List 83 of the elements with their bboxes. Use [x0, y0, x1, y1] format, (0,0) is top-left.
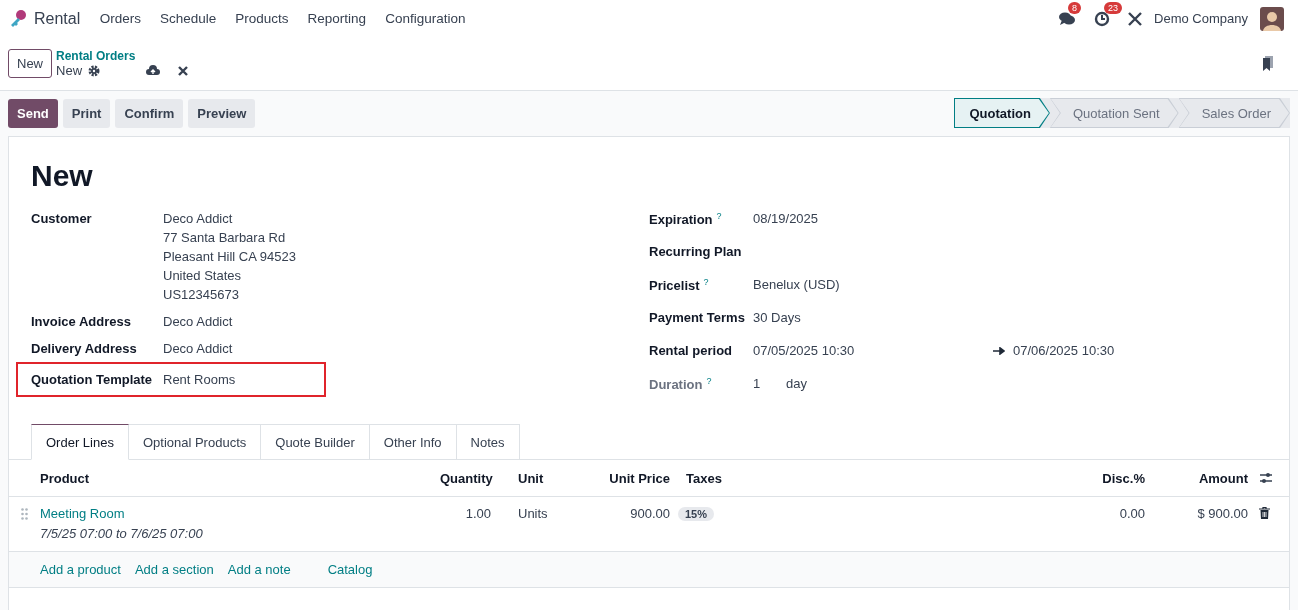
menu-item[interactable]: Products	[225, 11, 299, 26]
column-header[interactable]: Quantity	[432, 470, 499, 486]
company-name[interactable]: Demo Company	[1154, 11, 1248, 26]
field-value[interactable]: 07/05/2025 10:30	[753, 343, 993, 358]
column-header[interactable]: Disc.%	[1084, 470, 1153, 486]
cloud-upload-icon[interactable]	[146, 65, 161, 76]
column-header[interactable]: Amount	[1153, 470, 1256, 486]
help-tooltip[interactable]: ?	[703, 277, 709, 287]
notebook-tab[interactable]: Order Lines	[31, 424, 129, 460]
field-value[interactable]: Deco Addict	[163, 341, 233, 356]
drag-handle-icon[interactable]	[21, 508, 28, 520]
avatar-icon[interactable]	[1260, 6, 1284, 31]
table-cell-text: 0.00	[1118, 506, 1146, 521]
chat-icon[interactable]	[1058, 10, 1077, 27]
sliders-icon[interactable]	[1259, 472, 1273, 484]
arrow-right-icon	[993, 347, 1005, 355]
record-title: New	[31, 159, 94, 193]
table-cell-text: 1.00	[464, 506, 492, 521]
field-label: Expiration	[649, 212, 713, 228]
new-button[interactable]: New	[8, 49, 52, 78]
record-name: New	[56, 63, 83, 78]
status-stage[interactable]: Sales Order	[1178, 98, 1290, 128]
add-line-link[interactable]: Catalog	[327, 562, 373, 577]
add-line-link[interactable]: Add a section	[134, 562, 214, 577]
notebook-tab[interactable]: Notes	[456, 424, 520, 460]
field-value[interactable]: US12345673	[163, 287, 296, 302]
field-label: Recurring Plan	[649, 244, 742, 259]
breadcrumb-link[interactable]: Rental Orders	[56, 49, 189, 63]
field-value[interactable]: Deco Addict	[163, 211, 296, 226]
field-value[interactable]: Rent Rooms	[163, 372, 236, 387]
field-value[interactable]: 30 Days	[753, 310, 993, 325]
field-value[interactable]: 77 Santa Barbara Rd	[163, 230, 296, 245]
menu-item[interactable]: Reporting	[298, 11, 376, 26]
column-header[interactable]: Taxes	[678, 470, 1084, 486]
column-header[interactable]: Unit	[499, 470, 599, 486]
action-button[interactable]: Confirm	[115, 98, 184, 128]
menu-item[interactable]: Configuration	[375, 11, 475, 26]
action-button[interactable]: Send	[8, 98, 58, 128]
table-cell-text: Units	[517, 506, 549, 521]
action-button[interactable]: Preview	[188, 98, 256, 128]
table-cell-text: $ 900.00	[1196, 506, 1249, 521]
field-value[interactable]: 1	[753, 376, 786, 391]
app-name[interactable]: Rental	[34, 9, 81, 28]
field-label: Customer	[31, 211, 93, 228]
notebook-tab[interactable]: Other Info	[369, 424, 457, 460]
field-label: Pricelist	[649, 278, 700, 294]
field-value[interactable]: Pleasant Hill CA 94523	[163, 249, 296, 264]
add-line-link[interactable]: Add a product	[40, 562, 121, 577]
clock-icon[interactable]	[1094, 10, 1111, 27]
menu-item[interactable]: Schedule	[150, 11, 226, 26]
field-label: Rental period	[649, 343, 733, 358]
field-value[interactable]: Benelux (USD)	[753, 277, 993, 292]
field-label: Delivery Address	[31, 341, 138, 356]
column-header[interactable]: Unit Price	[599, 470, 678, 486]
add-line-link[interactable]: Add a note	[227, 562, 291, 577]
status-stage[interactable]: Quotation Sent	[1049, 98, 1179, 128]
field-label: Payment Terms	[649, 310, 745, 325]
unit-label: day	[786, 376, 807, 391]
product-link[interactable]: Meeting Room	[40, 506, 432, 521]
activity-count-badge: 23	[1104, 1, 1123, 14]
trash-icon[interactable]	[1259, 507, 1270, 519]
status-stage[interactable]: Quotation	[953, 98, 1050, 128]
notebook-tab[interactable]: Optional Products	[128, 424, 262, 460]
field-label: Quotation Template	[31, 372, 154, 387]
tax-tag: 15%	[678, 507, 715, 521]
field-value[interactable]: United States	[163, 268, 296, 283]
rental-period: 7/5/25 07:00 to 7/6/25 07:00	[40, 526, 204, 541]
field-label: Invoice Address	[31, 314, 132, 329]
gear-icon[interactable]	[88, 64, 101, 77]
notebook-tab[interactable]: Quote Builder	[261, 424, 370, 460]
menu-item[interactable]: Orders	[90, 11, 151, 26]
table-cell-text: 900.00	[629, 506, 671, 521]
help-tooltip[interactable]: ?	[706, 376, 712, 386]
message-count-badge: 8	[1068, 1, 1082, 14]
action-button[interactable]: Print	[62, 98, 111, 128]
field-value[interactable]: 08/19/2025	[753, 211, 993, 226]
field-value[interactable]: Deco Addict	[163, 314, 233, 329]
field-value[interactable]: 07/06/2025 10:30	[1013, 343, 1115, 358]
column-header[interactable]: Product	[32, 470, 432, 486]
help-tooltip[interactable]: ?	[716, 211, 722, 221]
close-icon[interactable]	[178, 65, 189, 76]
bookmark-icon[interactable]	[1262, 55, 1274, 72]
field-label: Duration	[649, 377, 703, 393]
